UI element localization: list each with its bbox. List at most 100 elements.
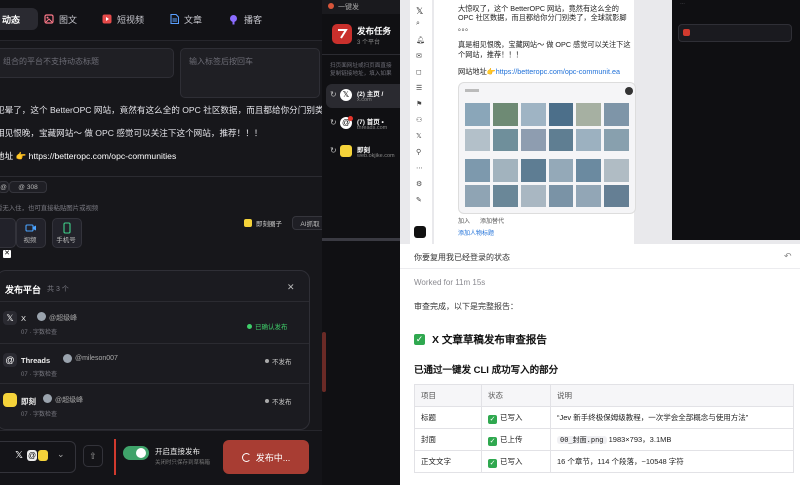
post-ellipsis: 。。。 [458, 22, 473, 32]
file-name: 00_封面.png [557, 436, 607, 444]
cell-note: “Jev 新手终极保姆级教程，一次学会全部概念与使用方法” [550, 406, 794, 429]
video-button-label: 视频 [23, 237, 37, 244]
close-panel-icon[interactable]: ✕ [287, 282, 295, 293]
direct-publish-toggle[interactable] [123, 446, 149, 460]
x-sidebar: 𝕏 ⌕ 🔔︎ ✉ ◻ ☰ ⚑ ⚇ 𝕏 ⚲ ⋯ ⚙ ✎ [410, 0, 432, 244]
task-row-jike[interactable]: ↻ 即刻 web.okjike.com [326, 140, 400, 164]
side-panel-field[interactable] [678, 24, 792, 42]
post-url-link[interactable]: https://betteropc.com/opc-communit.ea [496, 67, 620, 76]
grok-icon[interactable]: ◻ [416, 68, 422, 76]
cell-status: ✓ 已写入 [481, 406, 551, 429]
dot-icon [247, 323, 252, 329]
add-person-link[interactable]: 添加人物标题 [458, 228, 494, 237]
toggle-sublabel: 关闭时只保存到草稿箱 [155, 460, 211, 466]
publish-button-label: 发布中... [255, 452, 291, 463]
publish-button[interactable]: 发布中... [223, 440, 309, 474]
report-table: 项目 状态 说明 标题 ✓ 已写入 “Jev 新手终极保姆级教程，一次学会全部概念… [414, 384, 794, 473]
app-logo-icon [338, 29, 348, 39]
body-line-2: 相见恨晚，宝藏网站～ 做 OPC 感觉可以关注下这个网站，推荐！！！ [0, 128, 263, 138]
platform-selector[interactable]: 𝕏 @ ⌄ [0, 441, 76, 473]
task-row-threads[interactable]: ↻ @ (7) 首页 • threads.com [326, 112, 400, 136]
post-paragraph-2: 真是相见恨晚，宝藏网站～ 做 OPC 感觉可以关注下这个网站，推荐！！！ [458, 40, 631, 59]
more-icon[interactable]: ⋯ [416, 164, 423, 172]
embedded-website-image[interactable] [458, 82, 636, 214]
notification-dot [348, 116, 353, 121]
jike-logo-icon [3, 393, 17, 407]
app-mini-icon [683, 29, 690, 36]
status-badge: 不发布 [265, 396, 292, 406]
lists-icon[interactable]: ☰ [416, 84, 422, 92]
avatar [37, 312, 46, 321]
tab-dynamic[interactable]: 动态 [0, 8, 38, 30]
check-icon: ✓ [488, 458, 497, 468]
column-header: 状态 [481, 384, 551, 407]
tab-image-text[interactable]: 图文 [44, 8, 77, 30]
platform-row-threads[interactable]: @ Threads @mileson007 07 · 字数检查 不发布 [0, 351, 309, 378]
x-logo-icon: 𝕏 [3, 311, 17, 325]
ai-fetch-button[interactable]: AI抓取 [292, 216, 322, 230]
body-line-1: 犯晕了，这个 BetterOPC 网站，竟然有这么全的 OPC 社区数据，而且都… [0, 105, 322, 115]
upload-icon[interactable]: ⇧ [83, 445, 103, 467]
emoji-chip[interactable]: @ [0, 181, 9, 193]
tab-article[interactable]: 文章 [170, 8, 202, 30]
undo-icon[interactable]: ↶ [784, 251, 792, 262]
close-chip-icon[interactable]: ✕ [3, 250, 11, 258]
tab-label: 短视频 [117, 14, 145, 25]
premium-icon[interactable]: 𝕏 [416, 132, 422, 140]
compose-icon[interactable]: ✎ [416, 196, 422, 204]
tags-input[interactable]: 输入标签后按回车 [180, 48, 320, 98]
content-type-tabs: 动态 图文 短视频 文章 播客 [0, 0, 322, 41]
table-row: 正文文字 ✓ 已写入 16 个章节，114 个段落，~10548 字符 [414, 450, 794, 473]
table-row: 封面 ✓ 已上传 00_封面.png 1983×793，3.1MB [414, 428, 794, 451]
post-text: 大惊叹了，这个 BetterOPC 网站，竟然有这么全的 OPC 社区数据，而且… [458, 4, 634, 76]
message-icon[interactable]: ✉ [416, 52, 422, 60]
post-body[interactable]: 犯晕了，这个 BetterOPC 网站，竟然有这么全的 OPC 社区数据，而且都… [0, 104, 322, 173]
avatar [63, 354, 72, 363]
status-text: 不发布 [272, 359, 292, 366]
image-action-2[interactable]: 添加替代 [480, 216, 504, 225]
dot-icon [265, 359, 269, 363]
tab-short-video[interactable]: 短视频 [102, 8, 144, 30]
report-heading-text: X 文章草稿发布审查报告 [432, 334, 547, 346]
refresh-icon: ↻ [330, 118, 337, 127]
report-heading: ✓ X 文章草稿发布审查报告 [414, 332, 547, 347]
platform-name: 即刻 [21, 397, 36, 406]
x-post-preview: 大惊叹了，这个 BetterOPC 网站，竟然有这么全的 OPC 社区数据，而且… [434, 0, 636, 244]
search-icon[interactable]: ⌕ [416, 20, 420, 28]
platform-row-jike[interactable]: 即刻 @超级峰 07 · 字数检查 不发布 [0, 391, 309, 418]
edge-accent [322, 332, 326, 392]
image-action-1[interactable]: 加入 [458, 216, 470, 225]
x-home-logo-icon[interactable]: 𝕏 [416, 6, 423, 17]
bookmark-icon[interactable]: ⚑ [416, 100, 422, 108]
tab-label: 文章 [184, 14, 203, 25]
settings-icon[interactable]: ⚙ [416, 180, 422, 188]
title-input[interactable]: 组合的平台不支持动态标题 [0, 48, 174, 78]
panel-scrollbar[interactable] [322, 238, 400, 241]
cell-item: 标题 [414, 406, 482, 429]
profile-icon[interactable]: ⚲ [416, 148, 421, 156]
jike-circle-selector[interactable]: 即刻圈子 [244, 218, 282, 228]
image-close-icon[interactable] [625, 87, 633, 95]
video-icon [102, 14, 112, 24]
platform-account: @超级峰 [49, 315, 78, 322]
divider [400, 268, 800, 269]
task-row-x[interactable]: ↻ 𝕏 (2) 主页 / x.com [326, 84, 400, 108]
bottom-bar: 𝕏 @ ⌄ ⇧ 开启直接发布 关闭时只保存到草稿箱 发布中... [0, 430, 322, 485]
platform-row-x[interactable]: 𝕏 X @超级峰 07 · 字数检查 已确认发布 [0, 309, 309, 336]
window-title: 一键发 [338, 4, 359, 11]
jike-logo-icon [38, 450, 48, 461]
post-paragraph-1: 大惊叹了，这个 BetterOPC 网站，竟然有这么全的 OPC 社区数据，而且… [458, 4, 627, 23]
cell-note: 00_封面.png 1983×793，3.1MB [550, 428, 794, 451]
threads-mini-icon: @ [18, 183, 25, 191]
communities-icon[interactable]: ⚇ [416, 116, 422, 124]
add-media-button[interactable] [0, 218, 16, 248]
post-compose-button[interactable] [414, 226, 426, 238]
toggle-knob [136, 448, 146, 458]
bell-icon[interactable]: 🔔︎ [416, 36, 425, 44]
completion-note: 审查完成，以下是完整报告： [414, 302, 518, 311]
tab-podcast[interactable]: 播客 [228, 8, 262, 30]
platform-name: Threads [21, 356, 51, 365]
refresh-icon: ↻ [330, 146, 337, 155]
platform-name: X [21, 314, 27, 323]
status-text: 已上传 [500, 434, 523, 444]
